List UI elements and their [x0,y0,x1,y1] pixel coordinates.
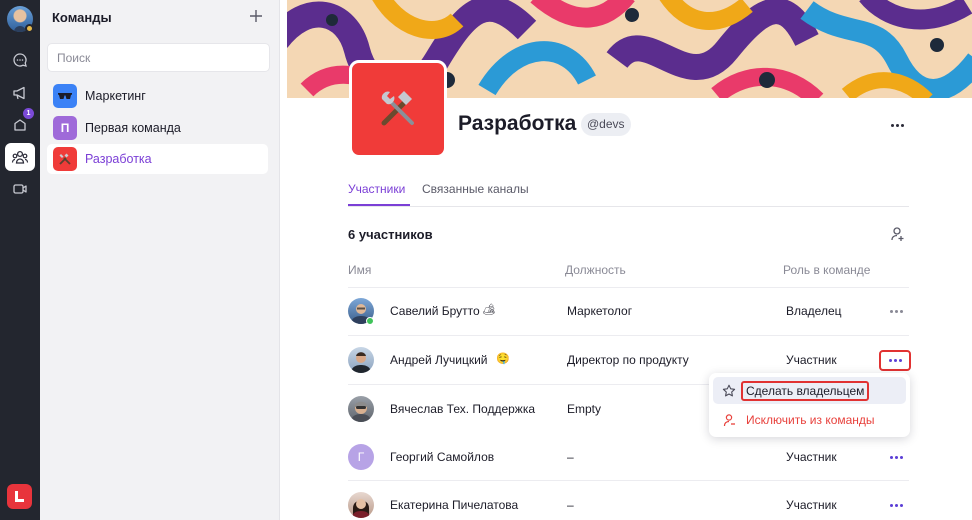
left-rail: 1 [0,0,40,520]
column-header-role: Роль в команде [783,263,871,277]
menu-item-remove[interactable]: Исключить из команды [713,406,906,433]
team-item-label: Первая команда [85,121,181,135]
member-context-menu: Сделать владельцем Исключить из команды [709,373,910,437]
member-role: Участник [786,498,837,512]
tools-icon [59,153,71,165]
row-more-button-active[interactable] [879,350,911,371]
member-count: 6 участников [348,227,433,242]
add-user-icon [891,227,904,241]
row-more-button[interactable] [884,497,908,513]
status-emoji: 🏕 [482,304,496,316]
team-more-button[interactable] [885,117,909,133]
avatar [348,347,374,373]
member-role: Участник [786,353,837,367]
remove-user-icon [721,412,737,428]
member-name: Савелий Брутто [390,304,480,318]
tabs-divider [348,206,909,207]
team-avatar-large[interactable] [349,60,447,158]
member-name: Андрей Лучицкий [390,353,488,367]
search-input[interactable] [47,43,270,72]
member-position: Маркетолог [567,304,633,318]
teams-panel: Команды Маркетинг П Первая команда Разра… [40,0,280,520]
star-icon [721,383,737,399]
online-indicator [366,317,374,325]
table-row[interactable]: Г Георгий Самойлов – Участник [348,433,909,481]
team-item-first[interactable]: П Первая команда [47,113,268,143]
active-tab-indicator [348,204,410,206]
table-row[interactable]: Екатерина Пичелатова – Участник [348,481,909,520]
table-row[interactable]: Савелий Брутто 🏕 Маркетолог Владелец [348,287,909,335]
team-avatar [53,84,77,108]
add-team-button[interactable] [247,6,265,26]
row-more-button[interactable] [884,303,908,319]
member-position: Empty [567,402,602,416]
status-emoji: 🤤 [496,353,510,365]
member-role: Участник [786,450,837,464]
team-item-development[interactable]: Разработка [47,144,268,174]
member-name: Георгий Самойлов [390,450,495,464]
tab-members[interactable]: Участники [348,182,405,196]
app-logo-icon[interactable] [7,484,32,509]
menu-item-make-owner[interactable]: Сделать владельцем [713,377,906,404]
video-icon[interactable] [5,175,35,203]
member-name: Екатерина Пичелатова [390,498,519,512]
panel-title: Команды [52,10,112,25]
column-header-name: Имя [348,263,372,277]
team-avatar [53,147,77,171]
row-more-button[interactable] [884,449,908,465]
member-position: – [567,450,574,464]
avatar [348,492,374,518]
tab-linked-channels[interactable]: Связанные каналы [422,182,529,196]
team-item-label: Маркетинг [85,89,146,103]
team-avatar: П [53,116,77,140]
sunglasses-icon [58,93,72,99]
avatar: Г [348,444,374,470]
status-indicator [25,24,34,33]
chat-icon[interactable] [5,46,35,74]
notification-badge: 1 [23,108,34,119]
megaphone-icon[interactable] [5,79,35,107]
member-role: Владелец [786,304,842,318]
team-item-marketing[interactable]: Маркетинг [47,81,268,111]
member-name: Вячеслав Тех. Поддержка [390,402,536,416]
team-item-label: Разработка [85,152,152,166]
hammer-wrench-icon [381,91,414,126]
team-handle: @devs [581,113,631,136]
menu-item-label: Исключить из команды [746,412,875,427]
add-member-button[interactable] [886,223,908,245]
column-header-position: Должность [565,263,626,277]
member-position: – [567,498,574,512]
avatar [348,396,374,422]
teams-icon[interactable] [5,143,35,171]
menu-item-label: Сделать владельцем [740,380,870,401]
member-position: Директор по продукту [567,353,689,367]
plus-icon [250,10,262,22]
team-name: Разработка [458,112,577,135]
